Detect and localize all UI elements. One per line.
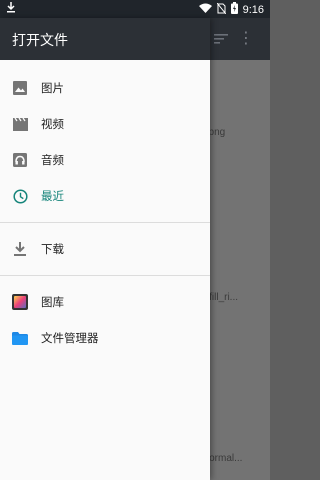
drawer-item-file-manager[interactable]: 文件管理器: [0, 320, 210, 356]
drawer-item-audio[interactable]: 音频: [0, 142, 210, 178]
drawer-item-label: 视频: [41, 117, 64, 131]
no-sim-icon: [216, 2, 226, 17]
wifi-icon: [198, 3, 212, 16]
battery-charging-icon: [230, 2, 238, 17]
drawer-item-label: 文件管理器: [41, 331, 99, 345]
more-options-icon: ⋮: [238, 28, 254, 47]
folder-icon: [12, 330, 28, 346]
drawer-item-label: 最近: [41, 189, 64, 203]
download-status-icon: [6, 2, 16, 16]
drawer-item-recent[interactable]: 最近: [0, 178, 210, 214]
clock-time: 9:16: [242, 3, 264, 16]
drawer-item-gallery[interactable]: 图库: [0, 284, 210, 320]
download-icon: [12, 241, 28, 257]
drawer-item-label: 图片: [41, 81, 64, 95]
gallery-app-icon: [12, 294, 28, 310]
drawer-title: 打开文件: [12, 33, 68, 49]
divider: [0, 222, 210, 223]
drawer-item-label: 音频: [41, 153, 64, 167]
video-icon: [12, 116, 28, 132]
navigation-drawer: 打开文件 图片 视频 音频 最近 下载 图库 文件管理器: [0, 18, 210, 480]
drawer-item-downloads[interactable]: 下载: [0, 231, 210, 267]
drawer-item-label: 下载: [41, 242, 64, 256]
roots-section-media: 图片 视频 音频 最近: [0, 60, 210, 214]
clock-icon: [12, 188, 28, 204]
roots-section-downloads: 下载: [0, 231, 210, 267]
drawer-header: 打开文件: [0, 18, 210, 60]
image-icon: [12, 80, 28, 96]
roots-section-apps: 图库 文件管理器: [0, 284, 210, 356]
audio-icon: [12, 152, 28, 168]
divider: [0, 275, 210, 276]
drawer-item-videos[interactable]: 视频: [0, 106, 210, 142]
status-bar: 9:16: [0, 0, 270, 18]
sort-icon: [214, 30, 228, 49]
drawer-item-label: 图库: [41, 295, 64, 309]
drawer-item-images[interactable]: 图片: [0, 70, 210, 106]
